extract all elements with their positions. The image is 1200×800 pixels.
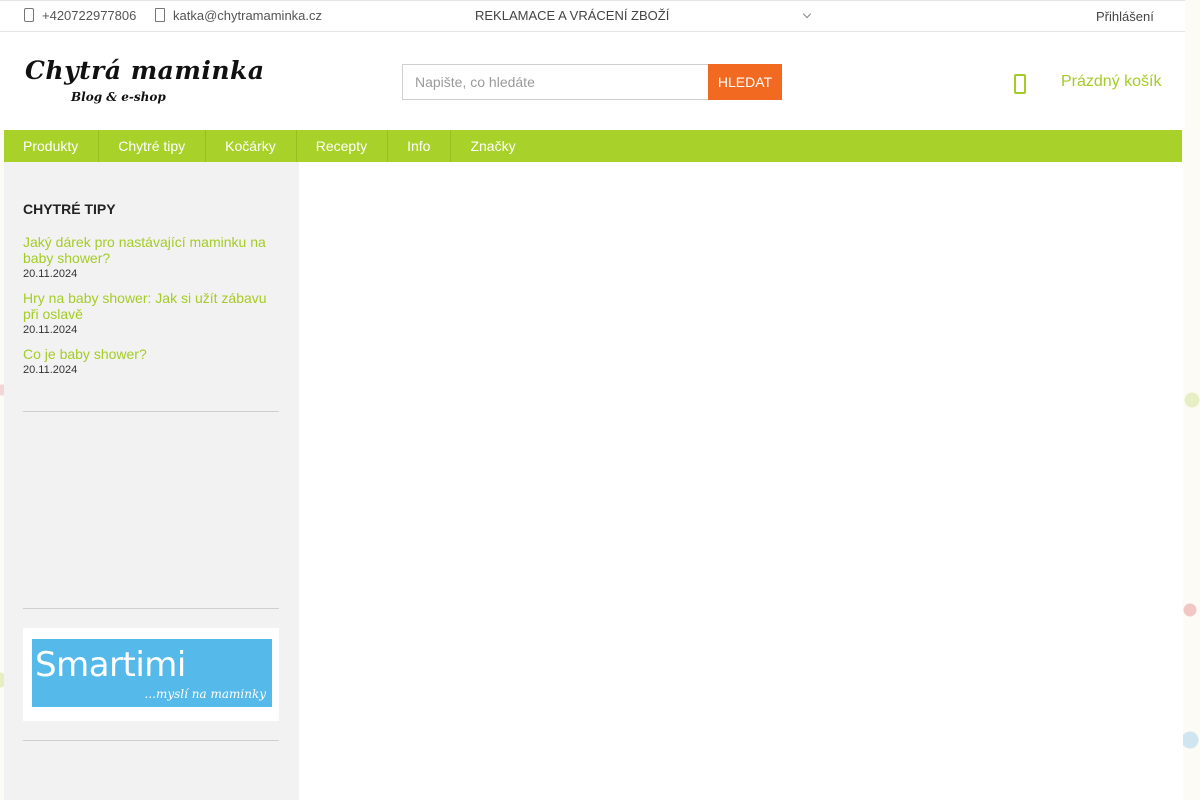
email-address: katka@chytramaminka.cz [173,8,323,23]
nav-item-produkty[interactable]: Produkty [4,130,100,162]
sidebar-title: CHYTRÉ TIPY [23,201,116,217]
post-date: 20.11.2024 [23,324,78,336]
nav-item-info[interactable]: Info [388,130,452,162]
logo-sub-text: Blog & e-shop [71,90,166,104]
divider [23,608,279,609]
nav-item-znacky[interactable]: Značky [451,130,535,162]
email-contact[interactable]: katka@chytramaminka.cz [155,8,322,23]
banner-tagline: ...myslí na maminky [144,687,266,701]
post-link[interactable]: Jaký dárek pro nastávající maminku na ba… [23,234,278,266]
post-link[interactable]: Co je baby shower? [23,346,278,362]
post-date: 20.11.2024 [23,364,78,376]
phone-contact[interactable]: +420722977806 [24,8,136,23]
phone-icon [24,8,34,22]
chevron-down-icon[interactable] [802,9,812,19]
list-item: Co je baby shower? 20.11.2024 [23,346,278,376]
search-button[interactable]: HLEDAT [708,64,782,100]
blog-post-list: Jaký dárek pro nastávající maminku na ba… [23,234,278,386]
smartimi-banner[interactable]: Smartimi ...myslí na maminky [23,628,279,721]
mail-icon [155,8,165,22]
search-input[interactable] [402,64,709,100]
site-header: Chytrá maminka Blog & e-shop HLEDAT Práz… [0,32,1185,130]
login-link[interactable]: Přihlášení [1096,9,1154,24]
logo-main-text: Chytrá maminka [25,56,265,85]
search-form: HLEDAT [402,64,782,100]
site-logo[interactable]: Chytrá maminka Blog & e-shop [25,56,264,108]
banner-brand: Smartimi [35,645,186,685]
post-link[interactable]: Hry na baby shower: Jak si užít zábavu p… [23,290,278,322]
nav-item-chytre-tipy[interactable]: Chytré tipy [99,130,207,162]
list-item: Hry na baby shower: Jak si užít zábavu p… [23,290,278,336]
post-date: 20.11.2024 [23,268,78,280]
main-content [299,162,1183,800]
cart-icon [1014,74,1026,94]
nav-item-kocarky[interactable]: Kočárky [206,130,297,162]
returns-link[interactable]: REKLAMACE A VRÁCENÍ ZBOŽÍ [475,8,669,23]
cart-label: Prázdný košík [1061,73,1162,90]
main-nav: Produkty Chytré tipy Kočárky Recepty Inf… [4,130,1182,162]
phone-number: +420722977806 [42,8,137,23]
divider [23,411,279,412]
divider [23,740,279,741]
list-item: Jaký dárek pro nastávající maminku na ba… [23,234,278,280]
sidebar: CHYTRÉ TIPY Jaký dárek pro nastávající m… [4,162,299,800]
nav-item-recepty[interactable]: Recepty [297,130,389,162]
banner-image: Smartimi ...myslí na maminky [32,639,272,707]
top-bar: +420722977806 katka@chytramaminka.cz REK… [0,0,1185,32]
